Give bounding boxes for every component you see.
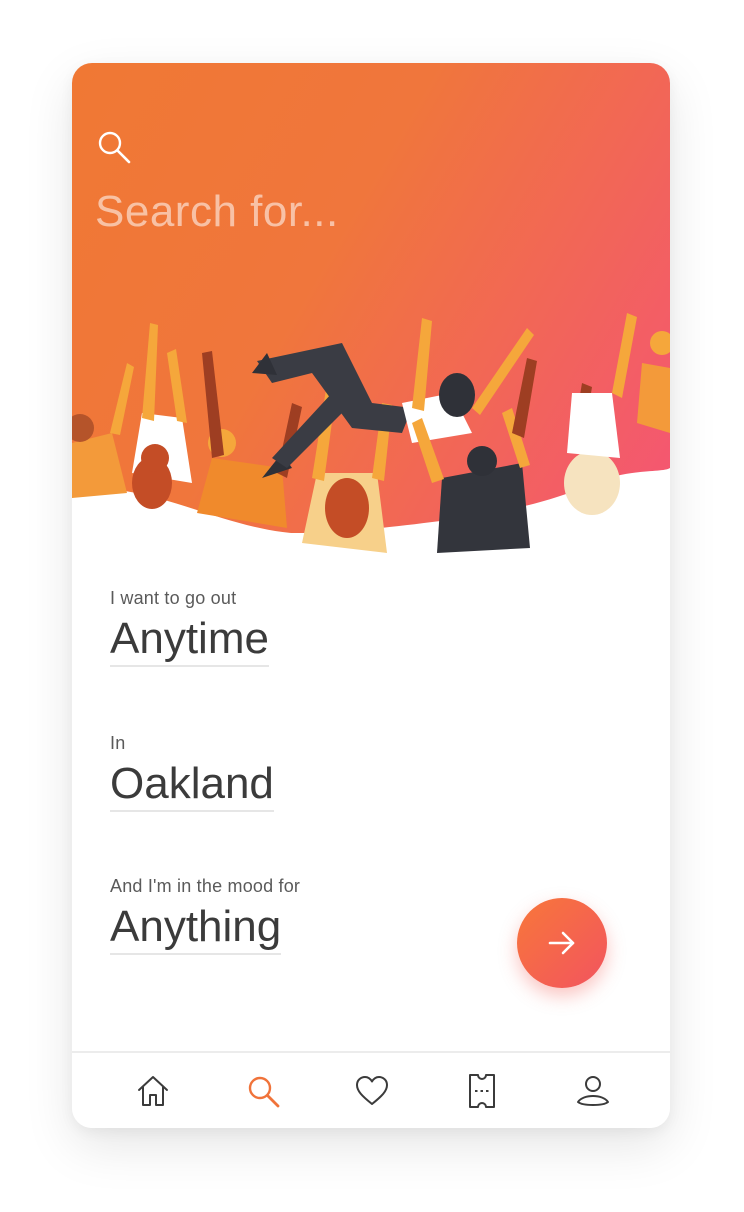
- mood-label: And I'm in the mood for: [110, 876, 301, 896]
- tab-favorites[interactable]: [350, 1071, 394, 1111]
- heart-icon: [356, 1076, 388, 1105]
- when-label: I want to go out: [110, 588, 237, 608]
- where-field: In Oakland: [110, 733, 274, 813]
- arrow-right-icon: [548, 931, 575, 955]
- where-label: In: [110, 733, 126, 753]
- when-field: I want to go out Anytime: [110, 588, 269, 668]
- tab-tickets[interactable]: [460, 1071, 504, 1111]
- mood-field: And I'm in the mood for Anything: [110, 876, 301, 956]
- tab-profile[interactable]: [571, 1071, 615, 1111]
- crowd-illustration: [72, 313, 670, 553]
- where-select[interactable]: Oakland: [110, 759, 274, 813]
- ticket-icon: [469, 1074, 495, 1108]
- bottom-tab-bar: [72, 1051, 670, 1128]
- tab-search[interactable]: [241, 1071, 285, 1111]
- tab-home[interactable]: [131, 1071, 175, 1111]
- when-select[interactable]: Anytime: [110, 614, 269, 668]
- submit-button[interactable]: [517, 898, 607, 988]
- mood-select[interactable]: Anything: [110, 902, 282, 956]
- search-icon: [248, 1076, 280, 1108]
- home-icon: [138, 1076, 168, 1106]
- search-icon[interactable]: [96, 129, 132, 165]
- search-input[interactable]: Search for...: [95, 187, 339, 237]
- profile-icon: [577, 1076, 609, 1106]
- app-screen: Search for... I want to go out Anytime I…: [72, 63, 670, 1128]
